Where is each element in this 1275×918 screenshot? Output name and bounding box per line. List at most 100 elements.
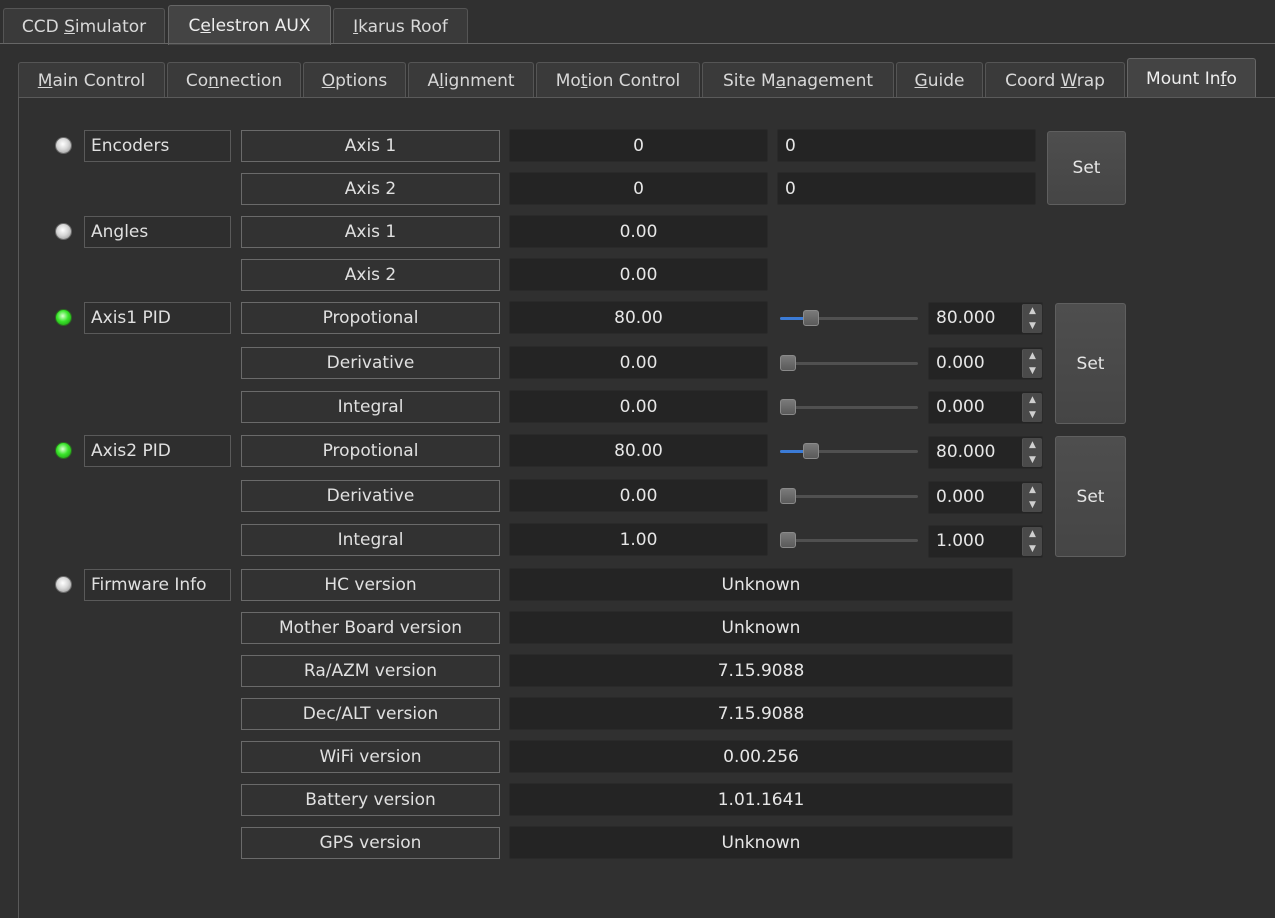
firmware-battery-label: Battery version xyxy=(241,784,500,816)
firmware-gps-label: GPS version xyxy=(241,827,500,859)
firmware-ra-azm-label: Ra/AZM version xyxy=(241,655,500,687)
firmware-motherboard-value: Unknown xyxy=(509,611,1013,644)
tab-main-control[interactable]: Main Control xyxy=(18,62,165,98)
axis2-derivative-slider[interactable] xyxy=(780,486,918,506)
spinbox-value: 0.000 xyxy=(936,397,985,417)
firmware-gps-value: Unknown xyxy=(509,826,1013,859)
spin-up-icon[interactable]: ▲ xyxy=(1023,393,1042,407)
angles-status-led xyxy=(55,223,72,240)
encoders-axis1-label: Axis 1 xyxy=(241,130,500,162)
spin-down-icon[interactable]: ▼ xyxy=(1023,542,1042,556)
spinbox-value: 0.000 xyxy=(936,487,985,507)
spin-up-icon[interactable]: ▲ xyxy=(1023,483,1042,497)
spin-down-icon[interactable]: ▼ xyxy=(1023,453,1042,467)
axis2-derivative-value: 0.00 xyxy=(509,479,768,512)
angles-axis2-label: Axis 2 xyxy=(241,259,500,291)
axis1-proportional-spinbox[interactable]: 80.000 ▲ ▼ xyxy=(928,302,1043,335)
tab-label: Site Management xyxy=(722,70,874,91)
spinbox-value: 0.000 xyxy=(936,353,985,373)
spin-up-icon[interactable]: ▲ xyxy=(1023,304,1042,318)
tab-label: Connection xyxy=(185,70,283,91)
encoders-axis2-label: Axis 2 xyxy=(241,173,500,205)
encoders-status-led xyxy=(55,137,72,154)
axis1-pid-set-button[interactable]: Set xyxy=(1055,303,1126,424)
firmware-wifi-value: 0.00.256 xyxy=(509,740,1013,773)
axis1-derivative-label: Derivative xyxy=(241,347,500,379)
tab-label: Options xyxy=(321,70,388,91)
encoders-set-button[interactable]: Set xyxy=(1047,131,1126,205)
firmware-group-label: Firmware Info xyxy=(84,569,231,601)
tab-celestron-aux[interactable]: Celestron AUX xyxy=(168,5,331,45)
firmware-hc-value: Unknown xyxy=(509,568,1013,601)
firmware-dec-alt-value: 7.15.9088 xyxy=(509,697,1013,730)
tab-site-management[interactable]: Site Management xyxy=(702,62,894,98)
tab-label: Ikarus Roof xyxy=(353,16,448,37)
encoders-group-label: Encoders xyxy=(84,130,231,162)
axis2-integral-spinbox[interactable]: 1.000 ▲ ▼ xyxy=(928,525,1043,558)
axis2-proportional-spinbox[interactable]: 80.000 ▲ ▼ xyxy=(928,436,1043,469)
tab-ccd-simulator[interactable]: CCD Simulator xyxy=(3,8,165,44)
device-tab-bar: CCD Simulator Celestron AUX Ikarus Roof xyxy=(0,0,1275,45)
slider-handle[interactable] xyxy=(780,399,796,415)
spin-up-icon[interactable]: ▲ xyxy=(1023,349,1042,363)
axis1-integral-slider[interactable] xyxy=(780,397,918,417)
tab-label: Mount Info xyxy=(1146,69,1237,89)
tab-coord-wrap[interactable]: Coord Wrap xyxy=(985,62,1125,98)
tab-label: Guide xyxy=(914,70,965,91)
axis1-integral-spinbox[interactable]: 0.000 ▲ ▼ xyxy=(928,391,1043,424)
axis2-integral-label: Integral xyxy=(241,524,500,556)
axis1-proportional-value: 80.00 xyxy=(509,301,768,334)
tab-options[interactable]: Options xyxy=(303,62,406,98)
axis2-pid-group-label: Axis2 PID xyxy=(84,435,231,467)
firmware-dec-alt-label: Dec/ALT version xyxy=(241,698,500,730)
tab-guide[interactable]: Guide xyxy=(896,62,983,98)
axis2-derivative-spinbox[interactable]: 0.000 ▲ ▼ xyxy=(928,481,1043,514)
encoders-axis1-value: 0 xyxy=(509,129,768,162)
tab-label: Main Control xyxy=(37,70,146,91)
slider-fill xyxy=(780,450,805,453)
spin-down-icon[interactable]: ▼ xyxy=(1023,498,1042,512)
slider-fill xyxy=(780,317,805,320)
spin-up-icon[interactable]: ▲ xyxy=(1023,438,1042,452)
spin-up-icon[interactable]: ▲ xyxy=(1023,527,1042,541)
axis1-derivative-slider[interactable] xyxy=(780,353,918,373)
tab-ikarus-roof[interactable]: Ikarus Roof xyxy=(333,8,468,44)
tab-alignment[interactable]: Alignment xyxy=(408,62,534,98)
encoders-axis2-value: 0 xyxy=(509,172,768,205)
spin-down-icon[interactable]: ▼ xyxy=(1023,364,1042,378)
axis2-integral-slider[interactable] xyxy=(780,530,918,550)
axis2-integral-value: 1.00 xyxy=(509,523,768,556)
slider-handle[interactable] xyxy=(803,443,819,459)
slider-groove xyxy=(780,539,918,542)
slider-handle[interactable] xyxy=(803,310,819,326)
axis2-proportional-slider[interactable] xyxy=(780,441,918,461)
firmware-status-led xyxy=(55,576,72,593)
angles-axis1-label: Axis 1 xyxy=(241,216,500,248)
slider-groove xyxy=(780,362,918,365)
spinbox-value: 80.000 xyxy=(936,442,996,462)
encoders-axis2-input[interactable]: 0 xyxy=(777,172,1036,205)
axis1-pid-status-led xyxy=(55,309,72,326)
spinbox-arrows: ▲ ▼ xyxy=(1022,349,1042,378)
spinbox-arrows: ▲ ▼ xyxy=(1022,438,1042,467)
tab-mount-info[interactable]: Mount Info xyxy=(1127,58,1256,99)
tab-motion-control[interactable]: Motion Control xyxy=(536,62,700,98)
tab-label: Motion Control xyxy=(555,70,681,91)
axis1-derivative-spinbox[interactable]: 0.000 ▲ ▼ xyxy=(928,347,1043,380)
axis1-proportional-slider[interactable] xyxy=(780,308,918,328)
firmware-wifi-label: WiFi version xyxy=(241,741,500,773)
tab-connection[interactable]: Connection xyxy=(167,62,301,98)
axis1-derivative-value: 0.00 xyxy=(509,346,768,379)
slider-handle[interactable] xyxy=(780,532,796,548)
slider-handle[interactable] xyxy=(780,355,796,371)
spin-down-icon[interactable]: ▼ xyxy=(1023,408,1042,422)
slider-handle[interactable] xyxy=(780,488,796,504)
encoders-axis1-input[interactable]: 0 xyxy=(777,129,1036,162)
tab-label: CCD Simulator xyxy=(21,16,147,37)
axis2-derivative-label: Derivative xyxy=(241,480,500,512)
angles-axis1-value: 0.00 xyxy=(509,215,768,248)
axis2-pid-set-button[interactable]: Set xyxy=(1055,436,1126,557)
spin-down-icon[interactable]: ▼ xyxy=(1023,319,1042,333)
firmware-hc-label: HC version xyxy=(241,569,500,601)
tab-label: Celestron AUX xyxy=(188,15,311,36)
